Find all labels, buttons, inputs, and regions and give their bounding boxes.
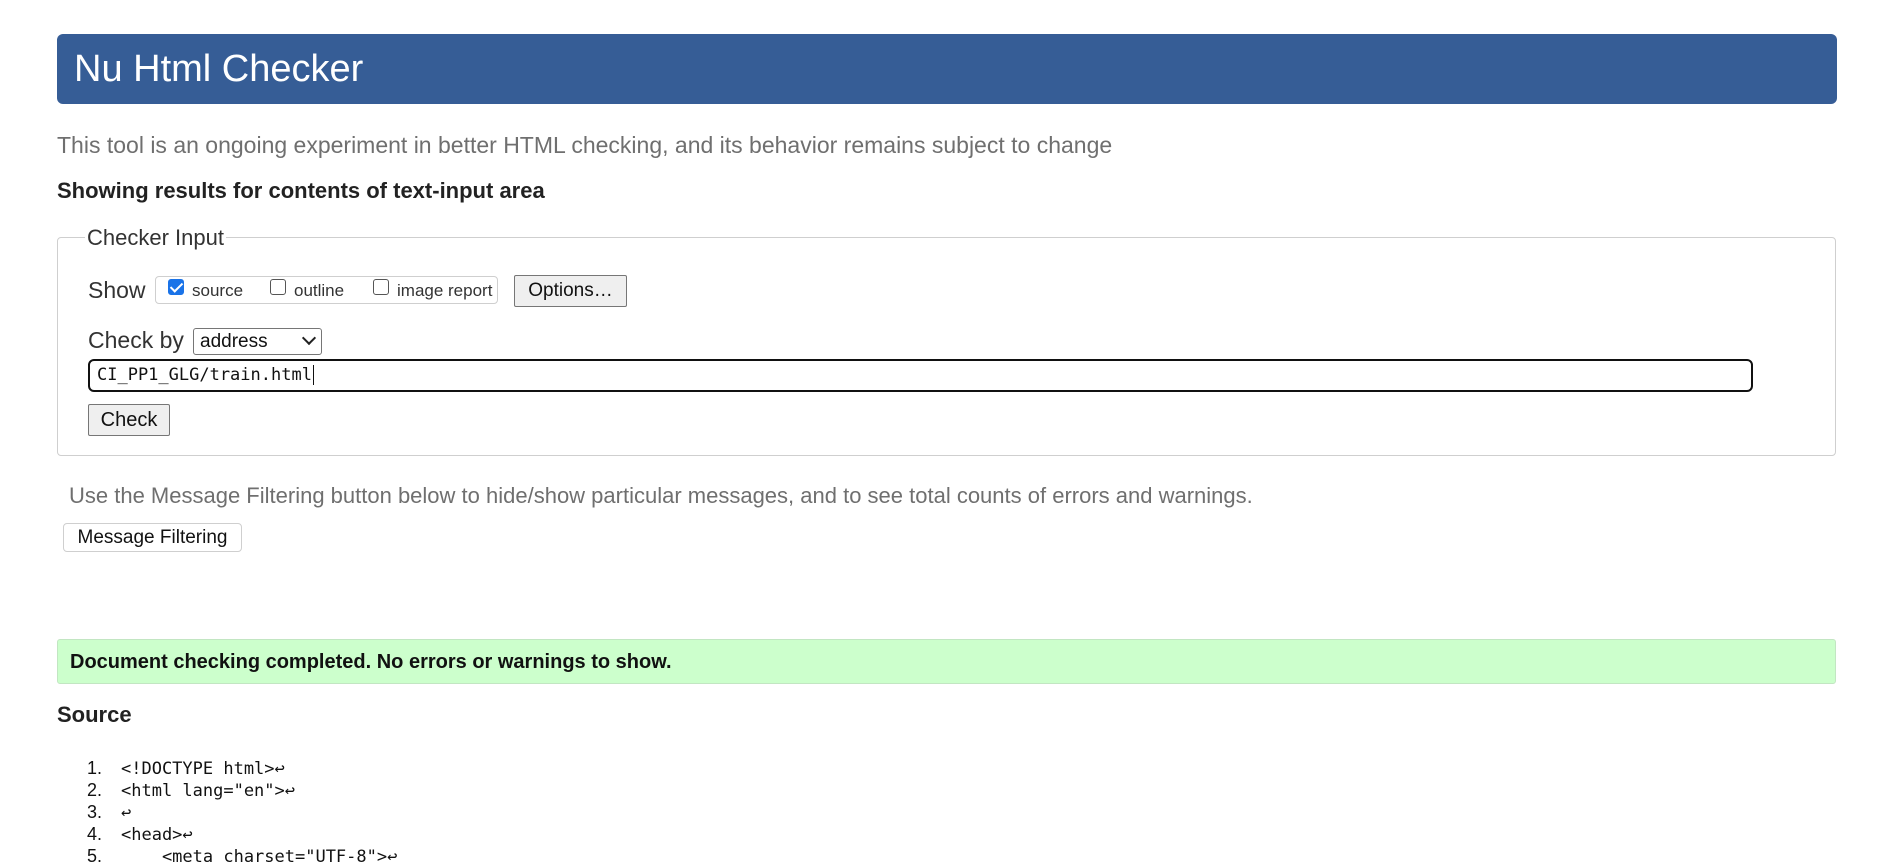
checker-input-legend: Checker Input xyxy=(85,225,226,251)
source-line: 1. <!DOCTYPE html>↩ xyxy=(80,757,397,779)
message-filtering-button[interactable]: Message Filtering xyxy=(63,523,242,552)
filter-info-text: Use the Message Filtering button below t… xyxy=(69,483,1253,508)
outline-checkbox-label[interactable]: outline xyxy=(294,281,344,301)
results-heading: Showing results for contents of text-inp… xyxy=(57,178,545,203)
url-input-value: CI_PP1_GLG/train.html xyxy=(97,365,312,385)
line-text: <html lang="en">↩ xyxy=(121,781,295,801)
line-text: <!DOCTYPE html>↩ xyxy=(121,759,285,779)
source-line: 4. <head>↩ xyxy=(80,823,397,845)
check-by-label: Check by xyxy=(88,327,184,353)
source-heading: Source xyxy=(57,702,132,727)
source-line: 3. ↩ xyxy=(80,801,397,823)
outline-checkbox[interactable] xyxy=(270,279,286,295)
page-header: Nu Html Checker xyxy=(57,34,1837,104)
tagline: This tool is an ongoing experiment in be… xyxy=(57,132,1113,158)
show-label: Show xyxy=(88,277,146,303)
line-text: <head>↩ xyxy=(121,825,193,845)
url-input[interactable]: CI_PP1_GLG/train.html xyxy=(88,359,1753,392)
chevron-down-icon xyxy=(301,330,317,346)
line-text: <meta charset="UTF-8">↩ xyxy=(121,847,398,867)
source-line: 5. <meta charset="UTF-8">↩ xyxy=(80,845,397,867)
check-by-select[interactable]: address xyxy=(193,328,322,355)
source-checkbox-label[interactable]: source xyxy=(192,281,243,301)
line-number: 3. xyxy=(86,802,102,822)
line-number: 4. xyxy=(86,824,102,844)
check-button[interactable]: Check xyxy=(88,404,170,436)
success-message: Document checking completed. No errors o… xyxy=(70,651,672,673)
line-number: 2. xyxy=(86,780,102,800)
line-text: ↩ xyxy=(121,803,132,823)
image-report-checkbox-label[interactable]: image report xyxy=(397,281,492,301)
source-checkbox[interactable] xyxy=(168,279,184,295)
options-button[interactable]: Options… xyxy=(514,275,627,307)
source-line: 2. <html lang="en">↩ xyxy=(80,779,397,801)
success-banner: Document checking completed. No errors o… xyxy=(57,639,1836,684)
checker-input-fieldset xyxy=(57,237,1836,456)
source-listing: 1. <!DOCTYPE html>↩ 2. <html lang="en">↩ 3… xyxy=(80,757,397,867)
line-number: 5. xyxy=(86,846,102,866)
text-caret xyxy=(312,365,314,385)
check-by-select-value: address xyxy=(200,331,268,352)
page-title: Nu Html Checker xyxy=(74,48,364,90)
image-report-checkbox[interactable] xyxy=(373,279,389,295)
line-number: 1. xyxy=(86,758,102,778)
